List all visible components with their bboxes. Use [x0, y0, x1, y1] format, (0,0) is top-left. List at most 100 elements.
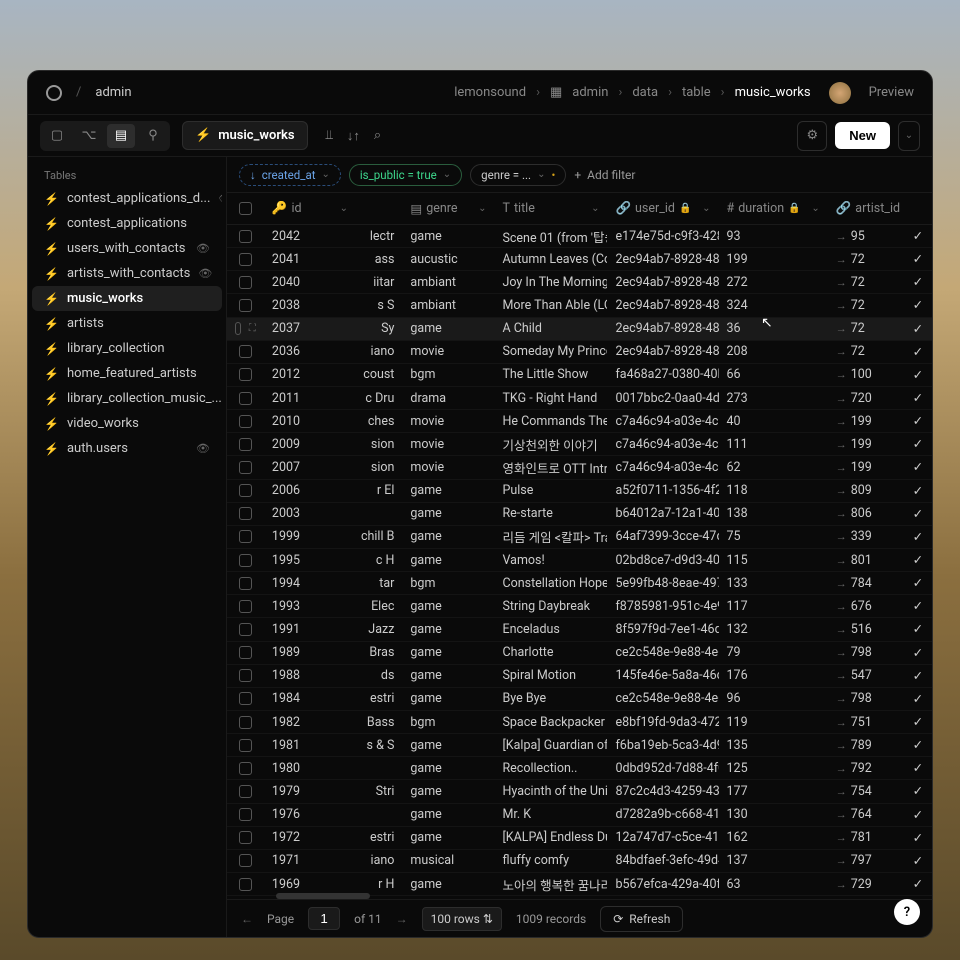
sidebar-item[interactable]: ⚡users_with_contacts👁 — [32, 236, 222, 261]
cell-action[interactable]: ✓ — [905, 459, 932, 475]
filter-is-public[interactable]: is_public = true ⌄ — [349, 164, 462, 186]
table-row[interactable]: 2007sionmovie영화인트로 OTT Introc7a46c94-a03… — [227, 456, 932, 479]
table-row[interactable]: 1981s & Sgame[Kalpa] Guardian of Timef6b… — [227, 734, 932, 757]
sidebar-item[interactable]: ⚡library_collection_music_... — [32, 386, 222, 411]
cell-action[interactable]: ✓ — [905, 876, 932, 892]
crumb-admin[interactable]: admin — [572, 85, 608, 100]
cell-action[interactable]: ✓ — [905, 853, 932, 869]
cell-action[interactable]: ✓ — [905, 783, 932, 799]
row-checkbox[interactable] — [239, 438, 252, 451]
cell-action[interactable]: ✓ — [905, 251, 932, 267]
table-row[interactable]: 1989BrasgameCharlottece2c548e-9e88-4e6f-… — [227, 642, 932, 665]
help-button[interactable]: ? — [894, 899, 920, 925]
workspace-name[interactable]: admin — [95, 85, 131, 100]
table-row[interactable]: 1988dsgameSpiral Motion145fe46e-5a8a-46d… — [227, 665, 932, 688]
plug-view-icon[interactable]: ⚲ — [139, 124, 167, 148]
column-artist-id[interactable]: 🔗 artist_id — [828, 201, 905, 216]
table-row[interactable]: 1980gameRecollection..0dbd952d-7d88-4f04… — [227, 757, 932, 780]
table-row[interactable]: 1991JazzgameEnceladus8f597f9d-7ee1-46dc-… — [227, 618, 932, 641]
table-row[interactable]: ⛶2037SygameA Child2ec94ab7-8928-48cd...3… — [227, 318, 932, 341]
table-row[interactable]: 2036ianomovieSomeday My Prince W...2ec94… — [227, 341, 932, 364]
cell-action[interactable]: ✓ — [905, 344, 932, 360]
cell-action[interactable]: ✓ — [905, 367, 932, 383]
filter-icon[interactable]: ⫫ — [326, 128, 333, 144]
row-checkbox[interactable] — [239, 415, 252, 428]
cell-action[interactable]: ✓ — [905, 321, 932, 337]
page-input[interactable] — [308, 907, 340, 930]
cell-action[interactable]: ✓ — [905, 436, 932, 452]
cell-action[interactable]: ✓ — [905, 760, 932, 776]
row-checkbox[interactable] — [239, 669, 252, 682]
row-checkbox[interactable] — [239, 507, 252, 520]
table-row[interactable]: 1995c HgameVamos!02bd8ce7-d9d3-402d...11… — [227, 549, 932, 572]
expand-icon[interactable]: ⛶ — [249, 323, 256, 334]
row-checkbox[interactable] — [239, 368, 252, 381]
row-checkbox[interactable] — [239, 808, 252, 821]
table-row[interactable]: 2042lectrgameScene 01 (from '탑승객...e174e… — [227, 225, 932, 248]
active-table-chip[interactable]: ⚡ music_works — [182, 121, 308, 150]
sort-icon[interactable]: ↓↑ — [347, 128, 360, 144]
table-row[interactable]: 2038s SambiantMore Than Able (LOFI ...2e… — [227, 294, 932, 317]
table-row[interactable]: 2041assaucusticAutumn Leaves (Cover)2ec9… — [227, 248, 932, 271]
row-checkbox[interactable] — [239, 762, 252, 775]
column-id[interactable]: 🔑 id⌄ — [264, 201, 356, 216]
cell-action[interactable]: ✓ — [905, 274, 932, 290]
column-genre[interactable]: ▤ genre⌄ — [402, 201, 494, 217]
row-checkbox[interactable] — [239, 854, 252, 867]
row-checkbox[interactable] — [239, 392, 252, 405]
sidebar-item[interactable]: ⚡video_works — [32, 411, 222, 436]
row-checkbox[interactable] — [239, 230, 252, 243]
sidebar-item[interactable]: ⚡auth.users👁 — [32, 436, 222, 461]
table-row[interactable]: 2012coustbgmThe Little Showfa468a27-0380… — [227, 364, 932, 387]
row-checkbox[interactable] — [239, 276, 252, 289]
row-checkbox[interactable] — [239, 623, 252, 636]
row-checkbox[interactable] — [239, 554, 252, 567]
table-row[interactable]: 2003gameRe-starteb64012a7-12a1-40b3-...1… — [227, 503, 932, 526]
row-checkbox[interactable] — [239, 253, 252, 266]
table-view-icon[interactable]: ▤ — [107, 124, 135, 148]
row-checkbox[interactable] — [239, 646, 252, 659]
crumb-table[interactable]: table — [682, 85, 711, 100]
select-all-checkbox[interactable] — [239, 202, 252, 215]
cell-action[interactable]: ✓ — [905, 807, 932, 823]
cell-action[interactable]: ✓ — [905, 483, 932, 499]
table-row[interactable]: 2011c DrudramaTKG - Right Hand0017bbc2-0… — [227, 387, 932, 410]
column-title[interactable]: T title⌄ — [494, 201, 607, 216]
table-row[interactable]: 2006r ElgamePulsea52f0711-1356-4f2b-9...… — [227, 480, 932, 503]
preview-link[interactable]: Preview — [869, 85, 914, 100]
sidebar-item[interactable]: ⚡artists_with_contacts👁 — [32, 261, 222, 286]
table-row[interactable]: 1976gameMr. Kd7282a9b-c668-4130-...130→ … — [227, 804, 932, 827]
row-checkbox[interactable] — [239, 785, 252, 798]
cell-action[interactable]: ✓ — [905, 228, 932, 244]
row-checkbox[interactable] — [235, 322, 241, 335]
table-row[interactable]: 1993ElecgameString Daybreakf8785981-951c… — [227, 595, 932, 618]
table-row[interactable]: 2040iitarambiantJoy In The Morning (L...… — [227, 271, 932, 294]
next-page-button[interactable]: → — [396, 912, 408, 926]
row-checkbox[interactable] — [239, 345, 252, 358]
table-row[interactable]: 1979StrigameHyacinth of the Universe87c2… — [227, 780, 932, 803]
tree-view-icon[interactable]: ⌥ — [75, 124, 103, 148]
cell-action[interactable]: ✓ — [905, 575, 932, 591]
sidebar-item[interactable]: ⚡contest_applications — [32, 211, 222, 236]
row-checkbox[interactable] — [239, 577, 252, 590]
rows-per-page-select[interactable]: 100 rows ⇅ — [422, 907, 502, 931]
cell-action[interactable]: ✓ — [905, 552, 932, 568]
horizontal-scrollbar[interactable] — [276, 893, 370, 899]
app-logo-icon[interactable] — [46, 85, 62, 101]
filter-created-at[interactable]: ↓ created_at ⌄ — [239, 164, 341, 186]
prev-page-button[interactable]: ← — [241, 912, 253, 926]
cell-action[interactable]: ✓ — [905, 668, 932, 684]
cell-action[interactable]: ✓ — [905, 830, 932, 846]
cell-action[interactable]: ✓ — [905, 645, 932, 661]
user-avatar[interactable] — [829, 82, 851, 104]
cell-action[interactable]: ✓ — [905, 714, 932, 730]
filter-genre[interactable]: genre = ... ⌄• — [470, 164, 566, 186]
table-row[interactable]: 1984estrigameBye Byece2c548e-9e88-4e6f-.… — [227, 688, 932, 711]
new-dropdown-button[interactable]: ⌄ — [898, 121, 920, 151]
row-checkbox[interactable] — [239, 299, 252, 312]
cell-action[interactable]: ✓ — [905, 506, 932, 522]
cell-action[interactable]: ✓ — [905, 737, 932, 753]
sidebar-item[interactable]: ⚡artists — [32, 311, 222, 336]
row-checkbox[interactable] — [239, 692, 252, 705]
table-row[interactable]: 1982BassbgmSpace Backpackere8bf19fd-9da3… — [227, 711, 932, 734]
